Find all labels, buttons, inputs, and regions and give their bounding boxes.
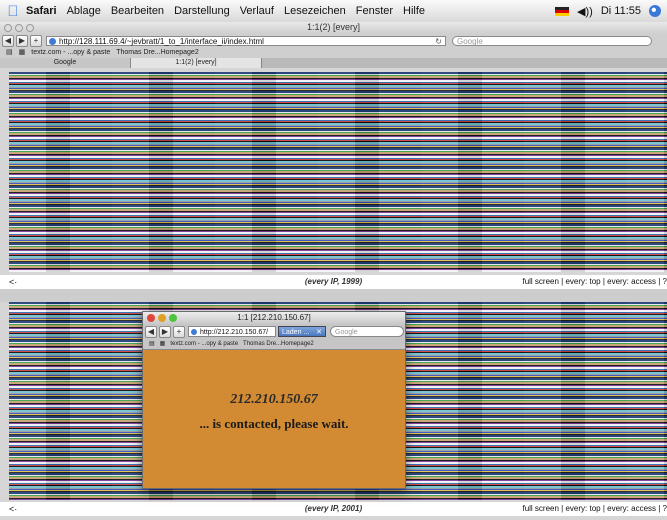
popup-minimize-icon[interactable] <box>158 314 166 322</box>
popup-forward-button[interactable]: ▶ <box>159 325 171 338</box>
panel-divider <box>0 289 667 302</box>
popup-loading-text: Laden ... <box>282 329 310 336</box>
popup-zoom-icon[interactable] <box>169 314 177 322</box>
popup-close-icon[interactable] <box>147 314 155 322</box>
bookmark-thomas[interactable]: Thomas Dre...Homepage2 <box>116 47 198 58</box>
tab-every[interactable]: 1:1(2) [every] <box>131 58 262 68</box>
spotlight-icon[interactable] <box>649 5 661 17</box>
search-input[interactable]: Google <box>452 35 652 46</box>
stop-loading-icon[interactable]: ✕ <box>316 327 322 338</box>
bookmarks-bar: ▤ ▦ textz.com - ...opy & paste Thomas Dr… <box>0 47 667 58</box>
popup-add-bookmark-button[interactable]: + <box>173 325 185 338</box>
menu-app-name[interactable]: Safari <box>26 5 57 17</box>
menu-ablage[interactable]: Ablage <box>67 5 101 17</box>
popup-window: 1:1 [212.210.150.67] ◀ ▶ + http://212.21… <box>142 311 406 489</box>
bookmark-textz[interactable]: textz.com - ...opy & paste <box>31 47 110 58</box>
globe-icon <box>49 37 56 45</box>
popup-address-field[interactable]: http://212.210.150.67/ <box>188 326 276 337</box>
menu-verlauf[interactable]: Verlauf <box>240 5 274 17</box>
popup-window-controls <box>147 314 177 322</box>
contacted-ip-address: 212.210.150.67 <box>230 392 318 407</box>
clock[interactable]: Di 11:55 <box>601 5 641 17</box>
menu-fenster[interactable]: Fenster <box>356 5 393 17</box>
panel-footer-2001: <· (every IP, 2001) full screen | every:… <box>0 502 667 516</box>
menu-bearbeiten[interactable]: Bearbeiten <box>111 5 164 17</box>
popup-title: 1:1 [212.210.150.67] <box>237 313 311 322</box>
panel-footer-1999: <· (every IP, 1999) full screen | every:… <box>0 275 667 289</box>
contacting-message: ... is contacted, please wait. <box>199 416 349 431</box>
volume-icon[interactable]: ◀)) <box>577 5 593 18</box>
browser-toolbar: ◀ ▶ + http://128.111.69.4/~jevbratt/1_to… <box>0 34 667 47</box>
menu-hilfe[interactable]: Hilfe <box>403 5 425 17</box>
menu-darstellung[interactable]: Darstellung <box>174 5 230 17</box>
reload-icon[interactable]: ↻ <box>435 37 442 47</box>
popup-search-placeholder: Google <box>335 329 358 336</box>
popup-loading-indicator[interactable]: Laden ... ✕ <box>278 326 326 337</box>
popup-address-text: http://212.210.150.67/ <box>200 329 269 336</box>
address-text: http://128.111.69.4/~jevbratt/1_to_1/int… <box>59 36 264 46</box>
menubar-status-area: ◀)) Di 11:55 <box>555 5 667 18</box>
popup-toolbar: ◀ ▶ + http://212.210.150.67/ Laden ... ✕… <box>143 324 405 339</box>
panel-links-2001[interactable]: full screen | every: top | every: access… <box>522 502 667 516</box>
popup-bookmarks-book-icon[interactable]: ▤ <box>149 339 155 349</box>
search-placeholder: Google <box>457 36 483 46</box>
ip-visualization-1999[interactable] <box>9 72 667 272</box>
popup-search-input[interactable]: Google <box>330 326 404 337</box>
popup-bookmarks-bar: ▤ ▦ textz.com - ...opy & paste Thomas Dr… <box>143 339 405 350</box>
tab-bar: Google 1:1(2) [every] <box>0 58 667 68</box>
address-field[interactable]: http://128.111.69.4/~jevbratt/1_to_1/int… <box>46 35 446 47</box>
window-title: 1:1(2) [every] <box>306 22 361 32</box>
bookmarks-book-icon[interactable]: ▤ <box>6 47 13 58</box>
window-title-bar: 1:1(2) [every] <box>0 22 667 34</box>
popup-title-bar: 1:1 [212.210.150.67] <box>143 312 405 324</box>
tab-google[interactable]: Google <box>0 58 131 68</box>
popup-bookmark-thomas[interactable]: Thomas Dre...Homepage2 <box>243 339 314 349</box>
top-sites-grid-icon[interactable]: ▦ <box>19 47 26 58</box>
popup-bookmark-textz[interactable]: textz.com - ...opy & paste <box>170 339 238 349</box>
add-bookmark-button[interactable]: + <box>30 34 42 47</box>
panel-links-1999[interactable]: full screen | every: top | every: access… <box>522 275 667 289</box>
input-language-flag-icon[interactable] <box>555 6 570 16</box>
popup-top-sites-grid-icon[interactable]: ▦ <box>160 339 166 349</box>
popup-globe-icon <box>191 329 197 335</box>
popup-back-button[interactable]: ◀ <box>145 325 157 338</box>
forward-button[interactable]: ▶ <box>16 34 28 47</box>
menu-lesezeichen[interactable]: Lesezeichen <box>284 5 346 17</box>
back-button[interactable]: ◀ <box>2 34 14 47</box>
apple-menu-icon[interactable]:  <box>0 3 26 20</box>
menu-bar:  Safari Ablage Bearbeiten Darstellung V… <box>0 0 667 23</box>
